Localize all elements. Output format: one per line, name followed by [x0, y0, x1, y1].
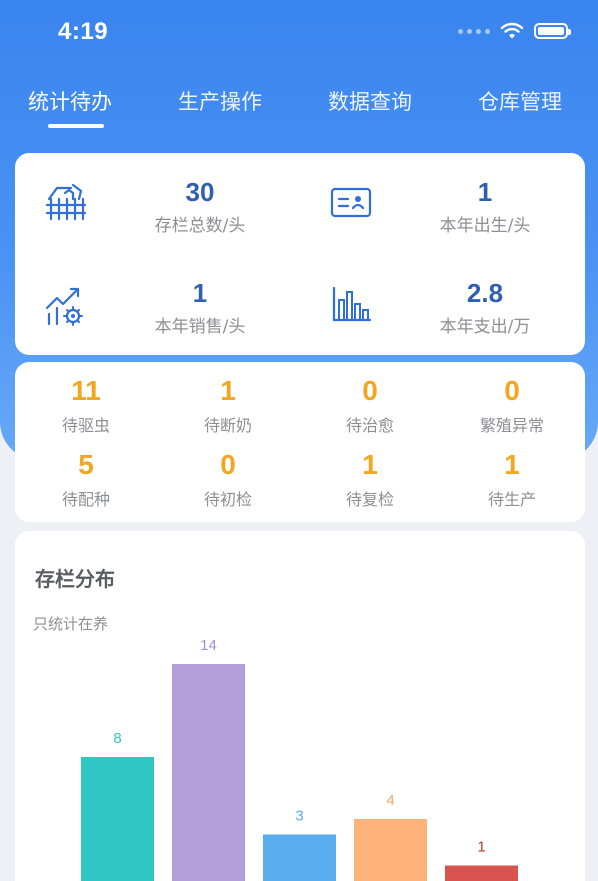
stat-sales-this-year[interactable]: 1 本年销售/头: [15, 254, 300, 355]
todo-label: 待配种: [61, 490, 110, 509]
bar-value-label-3: 4: [386, 792, 394, 809]
todo-label: 待复检: [345, 490, 394, 509]
bar-4[interactable]: [445, 865, 518, 881]
stat-label: 本年支出/万: [439, 317, 531, 337]
stat-value: 2.8: [466, 278, 504, 308]
stat-births-this-year[interactable]: 1 本年出生/头: [300, 153, 585, 254]
todo-mate[interactable]: 5 待配种: [15, 448, 157, 510]
todo-wean[interactable]: 1 待断奶: [157, 374, 299, 436]
bar-1[interactable]: [172, 664, 245, 881]
bar-3[interactable]: [354, 819, 427, 881]
stat-value: 1: [192, 278, 208, 308]
wifi-icon: [500, 22, 524, 39]
bar-0[interactable]: [81, 757, 154, 881]
stat-label: 本年销售/头: [154, 317, 246, 337]
stat-value: 30: [185, 177, 215, 207]
todo-deworm[interactable]: 11 待驱虫: [15, 374, 157, 436]
todo-calving[interactable]: 1 待生产: [441, 448, 583, 510]
status-icons: [458, 22, 571, 40]
todo-cure[interactable]: 0 待治愈: [299, 374, 441, 436]
herd-distribution-card: 存栏分布 只统计在养 8 14 3 4 1: [15, 531, 585, 881]
todo-label: 待初检: [203, 490, 252, 509]
growth-gear-icon: [45, 287, 83, 326]
status-time: 4:19: [58, 18, 109, 45]
todo-value: 1: [504, 449, 520, 480]
top-tabs: 统计待办 生产操作 数据查询 仓库管理: [0, 86, 598, 136]
todo-label: 待治愈: [345, 416, 394, 435]
todo-first-check[interactable]: 0 待初检: [157, 448, 299, 510]
todo-value: 1: [220, 375, 236, 406]
signal-dots-icon: [458, 28, 490, 34]
todo-label: 繁殖异常: [479, 416, 544, 435]
status-bar: 4:19: [0, 0, 598, 70]
todo-value: 5: [78, 449, 94, 480]
tab-statistics-todo[interactable]: 统计待办: [28, 86, 112, 116]
bar-value-label-1: 14: [200, 637, 217, 654]
stat-value: 1: [477, 177, 493, 207]
bar-value-label-2: 3: [295, 808, 303, 825]
battery-icon: [534, 23, 571, 39]
todo-value: 11: [71, 375, 101, 406]
todo-label: 待断奶: [203, 416, 252, 435]
bar-chart-icon: [332, 286, 372, 322]
stat-expense-this-year[interactable]: 2.8 本年支出/万: [300, 254, 585, 355]
todo-value: 0: [504, 375, 520, 406]
bar-value-label-4: 1: [477, 839, 485, 856]
herd-distribution-chart: 8 14 3 4 1: [81, 637, 518, 881]
id-card-icon: [330, 187, 372, 218]
todo-value: 0: [220, 449, 236, 480]
bar-2[interactable]: [263, 834, 336, 881]
todo-breeding-abnormal[interactable]: 0 繁殖异常: [441, 374, 583, 436]
active-tab-indicator: [48, 124, 104, 128]
todo-card: 11 待驱虫 1 待断奶 0 待治愈 0 繁殖异常 5 待配种 0 待初检 1 …: [15, 362, 585, 522]
stat-label: 存栏总数/头: [154, 216, 246, 236]
tab-production[interactable]: 生产操作: [178, 86, 262, 116]
barn-fence-icon: [45, 183, 87, 221]
stat-herd-total[interactable]: 30 存栏总数/头: [15, 153, 300, 254]
bar-value-label-0: 8: [113, 730, 121, 747]
todo-label: 待驱虫: [61, 416, 110, 435]
todo-value: 0: [362, 375, 378, 406]
tab-warehouse[interactable]: 仓库管理: [478, 86, 562, 116]
todo-label: 待生产: [487, 490, 536, 509]
todo-value: 1: [362, 449, 378, 480]
todo-recheck[interactable]: 1 待复检: [299, 448, 441, 510]
tab-data-query[interactable]: 数据查询: [328, 86, 412, 116]
stats-card: 30 存栏总数/头 1 本年出生/头 1 本年销售/头 2.8 本年支出/万: [15, 153, 585, 355]
stat-label: 本年出生/头: [439, 216, 531, 236]
